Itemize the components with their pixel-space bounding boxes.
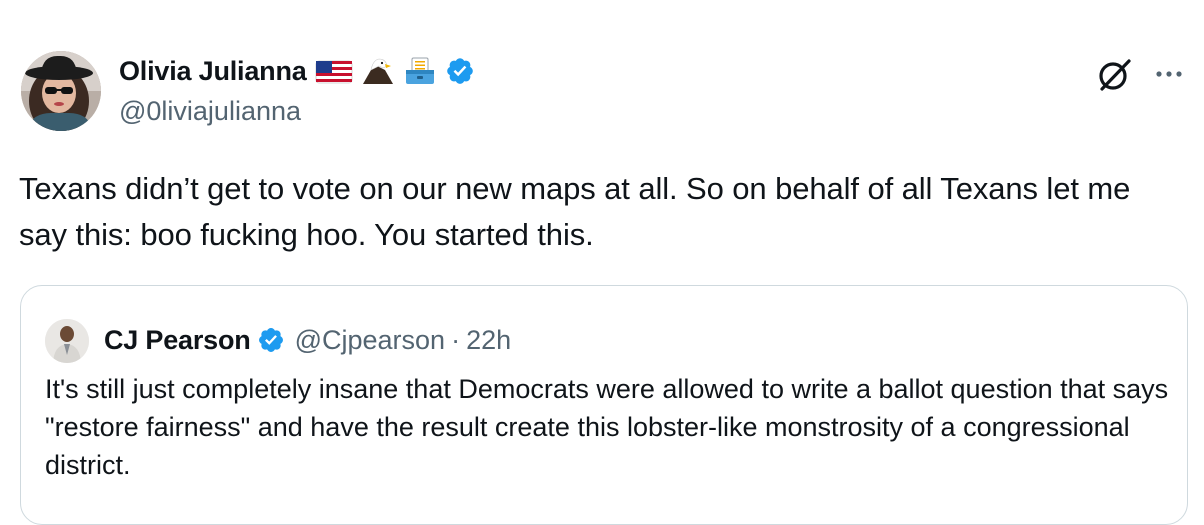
quoted-tweet-text: It's still just completely insane that D… bbox=[45, 374, 1169, 480]
quoted-timestamp[interactable]: 22h bbox=[466, 325, 511, 356]
eagle-icon bbox=[362, 58, 393, 84]
quoted-header: CJ Pearson @Cjpearson · 22h bbox=[104, 320, 511, 360]
quoted-tweet-card[interactable]: CJ Pearson @Cjpearson · 22h It's still j… bbox=[20, 285, 1188, 525]
author-handle[interactable]: @0liviajulianna bbox=[119, 96, 301, 127]
tweet: Olivia Julianna @0liviajulianna Texans d… bbox=[0, 0, 1204, 525]
tweet-text: Texans didn’t get to vote on our new map… bbox=[19, 171, 1131, 252]
quoted-handle[interactable]: @Cjpearson bbox=[295, 325, 445, 356]
quoted-display-name[interactable]: CJ Pearson bbox=[104, 325, 251, 356]
quoted-verified-badge-icon bbox=[258, 328, 283, 352]
quoted-separator: · bbox=[451, 324, 461, 355]
verified-badge-icon[interactable] bbox=[445, 56, 475, 86]
ballot-box-icon bbox=[405, 57, 434, 84]
grok-icon[interactable] bbox=[1096, 56, 1134, 94]
author-avatar[interactable] bbox=[21, 51, 101, 131]
quoted-avatar-image bbox=[45, 319, 89, 363]
avatar-image bbox=[21, 51, 101, 131]
more-icon[interactable] bbox=[1152, 60, 1186, 88]
author-display-name[interactable]: Olivia Julianna bbox=[119, 56, 307, 87]
author-name-row: Olivia Julianna bbox=[119, 52, 475, 90]
quoted-author-avatar[interactable] bbox=[45, 319, 89, 363]
us-flag-icon bbox=[315, 60, 352, 84]
